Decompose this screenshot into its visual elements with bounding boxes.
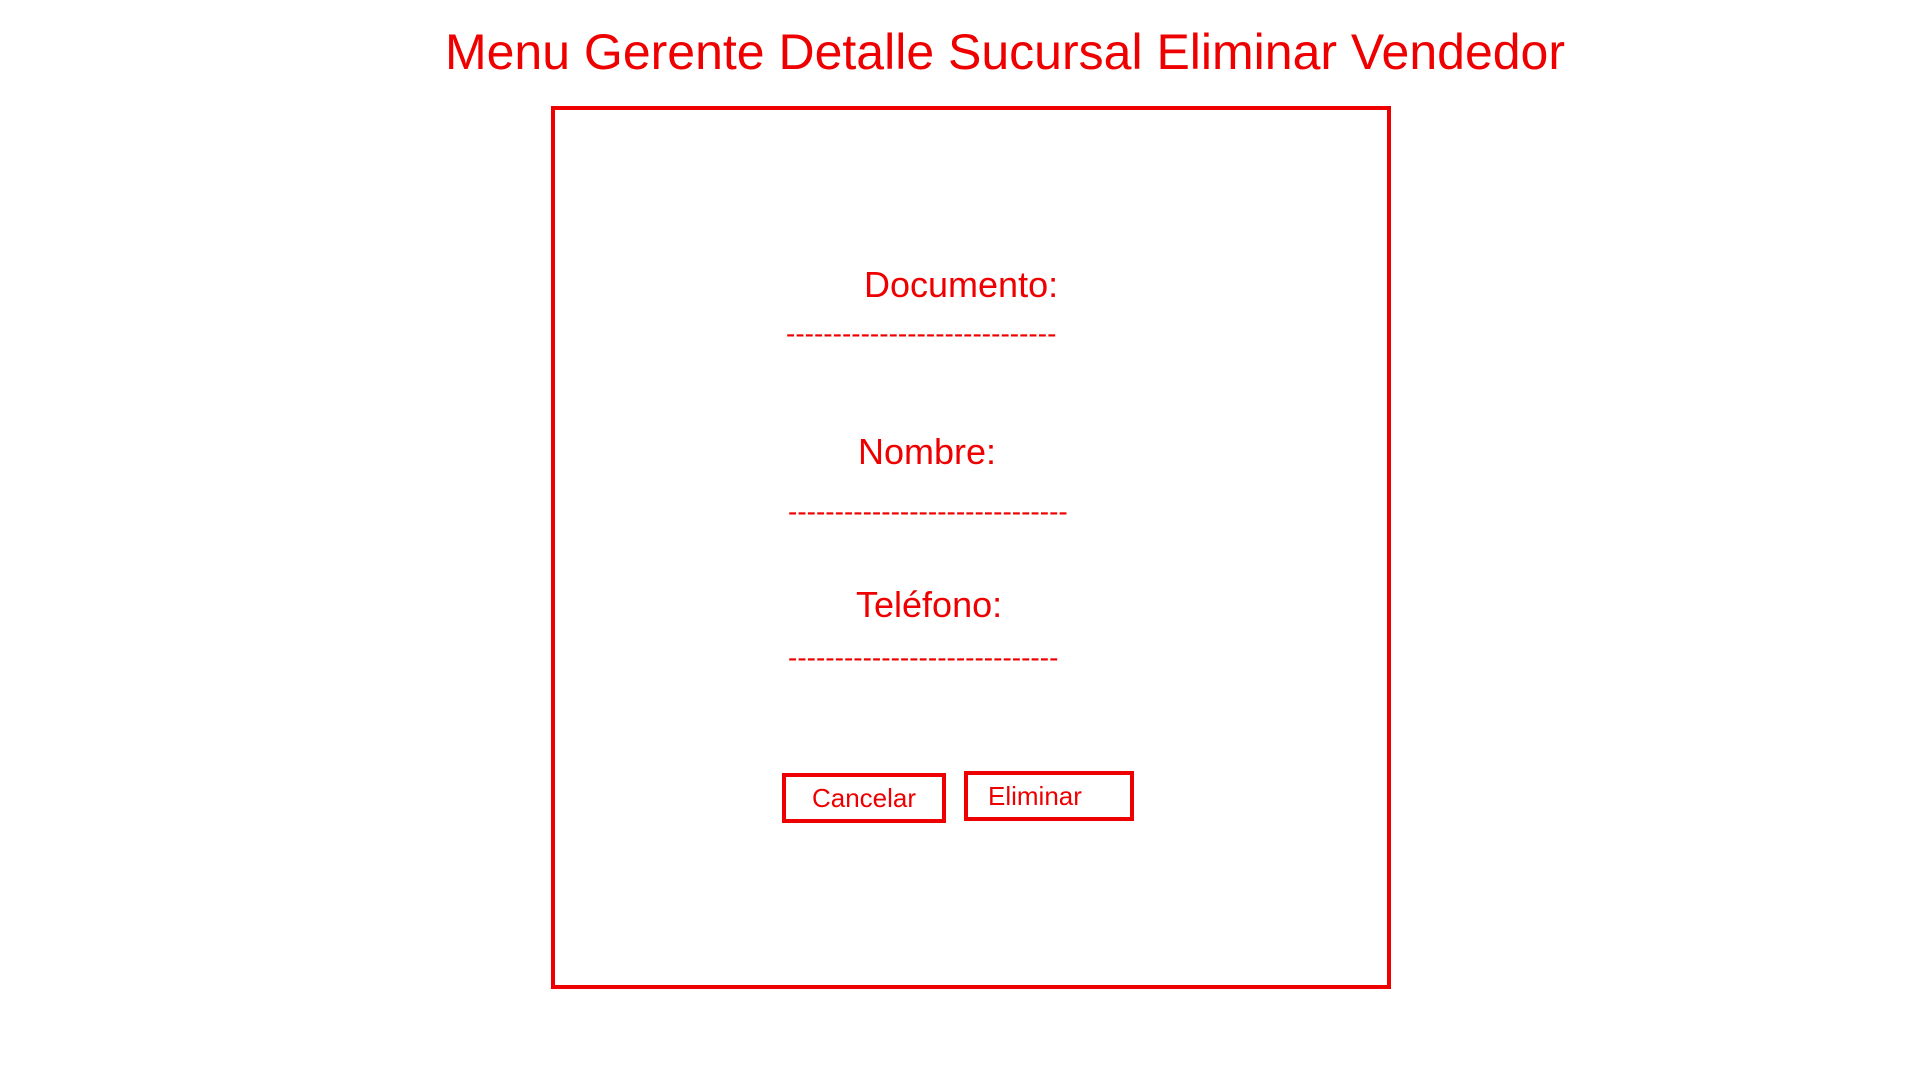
telefono-field[interactable]: ----------------------------- (788, 642, 1058, 674)
telefono-label: Teléfono: (856, 584, 1003, 625)
nombre-label: Nombre: (858, 431, 997, 472)
form-panel (551, 106, 1391, 989)
nombre-field[interactable]: ------------------------------ (788, 496, 1068, 528)
page-title: Menu Gerente Detalle Sucursal Eliminar V… (444, 24, 1566, 80)
documento-field[interactable]: ----------------------------- (786, 318, 1056, 350)
delete-button[interactable]: Eliminar (964, 771, 1134, 821)
documento-label: Documento: (864, 264, 1059, 305)
cancel-button[interactable]: Cancelar (782, 773, 946, 823)
